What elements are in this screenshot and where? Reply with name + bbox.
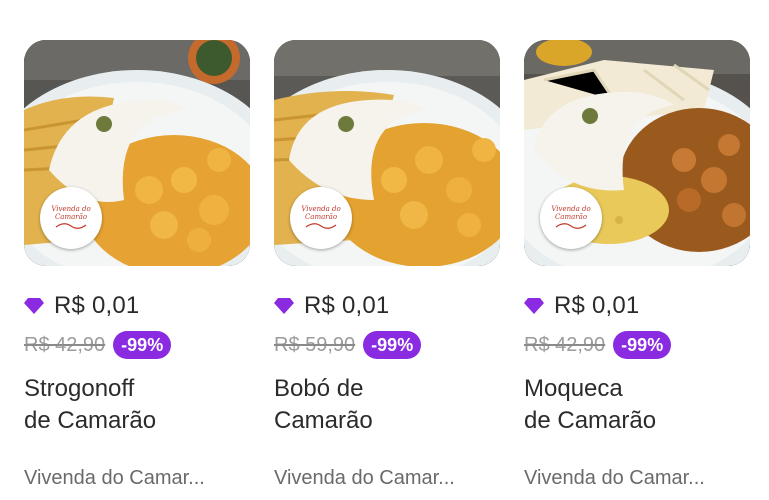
store-logo-text: Vivenda do Camarão xyxy=(551,205,591,221)
store-name[interactable]: Vivenda do Camar... xyxy=(24,467,250,490)
discount-badge: -99% xyxy=(613,331,672,359)
product-card[interactable]: Vivenda do Camarão R$ 0,01 R$ 42,90 -99%… xyxy=(524,40,750,489)
price-row: R$ 0,01 xyxy=(274,292,500,319)
store-name[interactable]: Vivenda do Camar... xyxy=(274,467,500,490)
price: R$ 0,01 xyxy=(554,292,640,319)
discount-badge: -99% xyxy=(113,331,172,359)
product-image[interactable]: Vivenda do Camarão xyxy=(274,40,500,266)
store-name[interactable]: Vivenda do Camar... xyxy=(524,467,750,490)
old-price: R$ 42,90 xyxy=(24,333,106,356)
store-logo-text: Vivenda do Camarão xyxy=(51,205,91,221)
old-price-row: R$ 59,90 -99% xyxy=(274,330,500,360)
product-name[interactable]: Moqueca de Camarão xyxy=(524,373,750,437)
price-row: R$ 0,01 xyxy=(24,292,250,319)
store-logo: Vivenda do Camarão xyxy=(540,187,602,249)
store-logo: Vivenda do Camarão xyxy=(40,187,102,249)
old-price-row: R$ 42,90 -99% xyxy=(524,330,750,360)
price-row: R$ 0,01 xyxy=(524,292,750,319)
product-card[interactable]: Vivenda do Camarão R$ 0,01 R$ 59,90 -99%… xyxy=(274,40,500,489)
price: R$ 0,01 xyxy=(304,292,390,319)
product-image[interactable]: Vivenda do Camarão xyxy=(524,40,750,266)
store-logo: Vivenda do Camarão xyxy=(290,187,352,249)
product-card[interactable]: Vivenda do Camarão R$ 0,01 R$ 42,90 -99%… xyxy=(24,40,250,489)
product-name[interactable]: Bobó de Camarão xyxy=(274,373,500,437)
old-price-row: R$ 42,90 -99% xyxy=(24,330,250,360)
product-grid: Vivenda do Camarão R$ 0,01 R$ 42,90 -99%… xyxy=(0,0,769,500)
old-price: R$ 42,90 xyxy=(524,333,606,356)
price: R$ 0,01 xyxy=(54,292,140,319)
gem-icon xyxy=(524,298,544,314)
discount-badge: -99% xyxy=(363,331,422,359)
gem-icon xyxy=(24,298,44,314)
old-price: R$ 59,90 xyxy=(274,333,356,356)
product-image[interactable]: Vivenda do Camarão xyxy=(24,40,250,266)
product-name[interactable]: Strogonoff de Camarão xyxy=(24,373,250,437)
store-logo-text: Vivenda do Camarão xyxy=(301,205,341,221)
gem-icon xyxy=(274,298,294,314)
